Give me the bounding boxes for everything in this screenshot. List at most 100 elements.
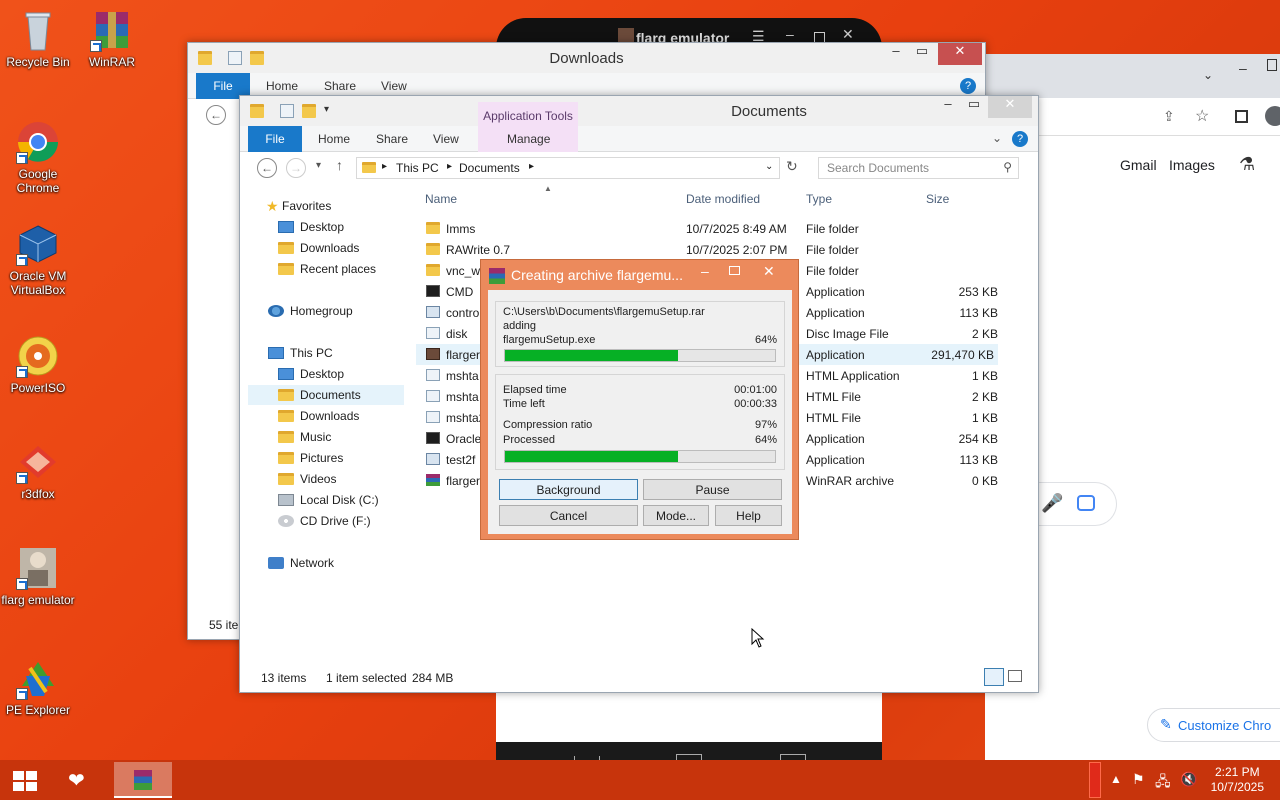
- back-button[interactable]: ←: [257, 158, 277, 178]
- maximize-button[interactable]: [729, 266, 740, 275]
- minimize-button[interactable]: –: [940, 96, 956, 118]
- close-button[interactable]: ✕: [763, 263, 775, 280]
- large-icons-view-icon[interactable]: [1008, 670, 1022, 682]
- sidepanel-icon[interactable]: [1235, 110, 1248, 123]
- mouse-cursor-icon: [751, 628, 765, 648]
- desktop-icon-r3dfox[interactable]: r3dfox: [0, 440, 76, 501]
- up-button[interactable]: ↑: [336, 157, 343, 173]
- minimize-icon[interactable]: –: [1239, 60, 1247, 76]
- properties-icon[interactable]: [280, 104, 294, 118]
- tab-share[interactable]: Share: [376, 126, 408, 152]
- gmail-link[interactable]: Gmail: [1120, 157, 1157, 173]
- column-name[interactable]: Name: [425, 192, 457, 216]
- desktop-icon-winrar[interactable]: WinRAR: [74, 8, 150, 69]
- emulator-close-icon[interactable]: ✕: [842, 26, 854, 43]
- column-type[interactable]: Type: [806, 192, 832, 216]
- desktop-icon-poweriso[interactable]: PowerISO: [0, 334, 76, 395]
- chevron-down-icon[interactable]: ⌄: [992, 131, 1002, 145]
- star-icon[interactable]: ☆: [1195, 106, 1209, 126]
- minimize-button[interactable]: –: [701, 263, 709, 279]
- share-icon[interactable]: ⇪: [1163, 108, 1175, 125]
- maximize-button[interactable]: ▭: [966, 96, 982, 118]
- file-name: disk: [446, 327, 468, 341]
- nav-pc-pictures[interactable]: Pictures: [278, 448, 343, 468]
- nav-pc-desktop[interactable]: Desktop: [278, 364, 344, 384]
- chevron-down-icon[interactable]: ⌄: [1203, 68, 1213, 82]
- nav-pc-downloads[interactable]: Downloads: [278, 406, 359, 426]
- column-date-modified[interactable]: Date modified: [686, 192, 760, 216]
- help-icon[interactable]: ?: [1012, 131, 1028, 147]
- action-center-flag-icon[interactable]: ⚑: [1132, 771, 1145, 800]
- network-tray-icon[interactable]: 🖧: [1155, 771, 1171, 800]
- close-button[interactable]: ✕: [938, 43, 982, 65]
- column-size[interactable]: Size: [926, 192, 949, 216]
- avatar[interactable]: [1265, 106, 1280, 126]
- customize-chrome-button[interactable]: ✎ Customize Chro: [1147, 708, 1280, 742]
- nav-pc-cd-drive[interactable]: CD Drive (F:): [278, 511, 371, 531]
- desktop-icon-flarg-emulator[interactable]: flarg emulator: [0, 546, 76, 607]
- nav-pc-documents[interactable]: Documents: [248, 385, 404, 405]
- new-folder-icon[interactable]: [302, 104, 316, 118]
- microphone-icon[interactable]: 🎤: [1041, 493, 1063, 514]
- table-row[interactable]: RAWrite 0.7 10/7/2025 2:07 PM File folder: [416, 239, 998, 260]
- tab-manage[interactable]: Manage: [507, 126, 550, 152]
- nav-this-pc[interactable]: This PC: [268, 343, 333, 363]
- system-clock[interactable]: 2:21 PM 10/7/2025: [1211, 765, 1264, 795]
- images-link[interactable]: Images: [1169, 157, 1215, 173]
- nav-fav-desktop[interactable]: Desktop: [278, 217, 344, 237]
- maximize-icon[interactable]: [1267, 59, 1277, 71]
- quick-access-dropdown-icon[interactable]: ▾: [324, 104, 329, 115]
- close-button[interactable]: ✕: [988, 96, 1032, 118]
- table-row[interactable]: Imms 10/7/2025 8:49 AM File folder: [416, 218, 998, 239]
- labs-icon[interactable]: ⚗: [1239, 154, 1255, 175]
- desktop-icon-virtualbox[interactable]: Oracle VM VirtualBox: [0, 222, 76, 297]
- documents-titlebar: ▾ Documents – ▭ ✕: [240, 96, 1038, 126]
- pause-button[interactable]: Pause: [643, 479, 782, 500]
- refresh-icon[interactable]: ↻: [786, 158, 798, 175]
- tab-file[interactable]: File: [248, 126, 302, 152]
- forward-button[interactable]: →: [286, 158, 306, 178]
- recent-locations-icon[interactable]: ▾: [316, 160, 321, 171]
- desktop-icon-pe-explorer[interactable]: PE Explorer: [0, 656, 76, 717]
- desktop-icon-google-chrome[interactable]: Google Chrome: [0, 120, 76, 195]
- tab-view[interactable]: View: [433, 126, 459, 152]
- minimize-button[interactable]: –: [888, 43, 904, 65]
- taskbar-winrar-button[interactable]: [114, 762, 172, 798]
- breadcrumb-documents[interactable]: Documents: [459, 161, 520, 175]
- taskbar-health-app-icon[interactable]: ❤: [68, 768, 85, 793]
- camera-search-icon[interactable]: [1077, 495, 1095, 511]
- nav-network[interactable]: Network: [268, 553, 334, 573]
- poweriso-icon: [16, 334, 60, 378]
- cancel-button[interactable]: Cancel: [499, 505, 638, 526]
- back-button[interactable]: ←: [206, 105, 226, 125]
- nav-pc-local-disk[interactable]: Local Disk (C:): [278, 490, 379, 510]
- nav-pc-music[interactable]: Music: [278, 427, 331, 447]
- start-button[interactable]: [12, 770, 38, 792]
- virtualbox-icon: [16, 222, 60, 266]
- help-button[interactable]: Help: [715, 505, 782, 526]
- tab-home[interactable]: Home: [318, 126, 350, 152]
- emulator-screen[interactable]: [496, 690, 882, 742]
- volume-muted-icon[interactable]: 🔇: [1180, 771, 1197, 800]
- details-view-icon[interactable]: [984, 668, 1004, 686]
- address-bar[interactable]: ▸ This PC ▸ Documents ▸ ⌄: [356, 157, 780, 179]
- mode-button[interactable]: Mode...: [643, 505, 709, 526]
- nav-fav-downloads[interactable]: Downloads: [278, 238, 359, 258]
- search-input[interactable]: Search Documents ⚲: [818, 157, 1019, 179]
- address-dropdown-icon[interactable]: ⌄: [765, 161, 773, 172]
- desktop-icon-recycle-bin[interactable]: Recycle Bin: [0, 8, 76, 69]
- show-hidden-icons-icon[interactable]: ▲: [1110, 772, 1122, 800]
- file-name: RAWrite 0.7: [446, 243, 511, 257]
- help-icon[interactable]: ?: [960, 78, 976, 94]
- html-application-icon: [426, 369, 440, 381]
- nav-favorites[interactable]: ★ Favorites: [266, 196, 331, 216]
- nav-homegroup[interactable]: Homegroup: [268, 301, 353, 321]
- nav-pc-videos[interactable]: Videos: [278, 469, 336, 489]
- pictures-folder-icon: [278, 452, 294, 464]
- breadcrumb-this-pc[interactable]: This PC: [396, 161, 439, 175]
- background-button[interactable]: Background: [499, 479, 638, 500]
- emulator-minimize-icon[interactable]: –: [786, 26, 794, 42]
- folder-icon: [426, 243, 440, 255]
- nav-fav-recent[interactable]: Recent places: [278, 259, 376, 279]
- maximize-button[interactable]: ▭: [914, 43, 930, 65]
